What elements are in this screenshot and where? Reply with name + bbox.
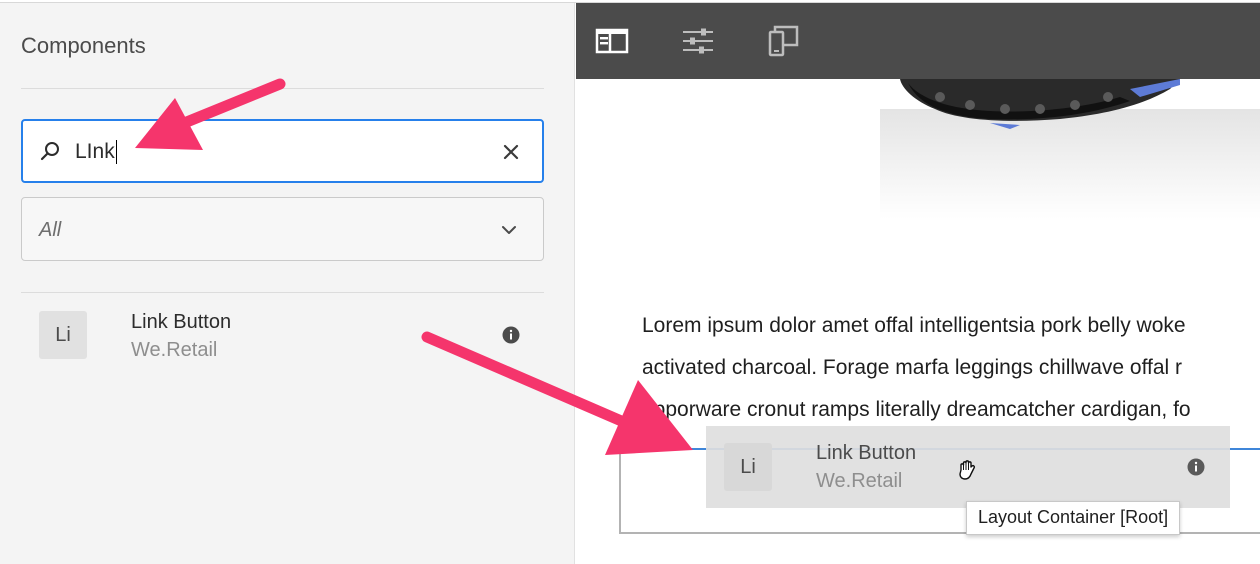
paragraph-line: apporware cronut ramps literally dreamca… (642, 398, 1191, 421)
group-filter-select[interactable]: All (21, 197, 544, 261)
chevron-down-icon (502, 226, 516, 234)
component-group: We.Retail (131, 339, 218, 361)
component-avatar: Li (39, 311, 87, 359)
divider (21, 292, 544, 293)
component-avatar: Li (724, 443, 772, 491)
components-panel: Components LInk All Li Link Button We.Re… (0, 3, 575, 564)
info-icon[interactable] (502, 326, 520, 344)
paragraph-line: activated charcoal. Forage marfa legging… (642, 356, 1183, 379)
component-title: Link Button (131, 311, 232, 333)
close-icon[interactable] (502, 143, 520, 161)
search-value[interactable]: LInk (75, 140, 117, 164)
select-value: All (39, 219, 62, 241)
page-paragraph: Lorem ipsum dolor amet offal intelligent… (642, 305, 1260, 431)
emulator-device-icon (768, 25, 799, 57)
search-input[interactable]: LInk (21, 119, 544, 183)
emulator-button[interactable] (766, 23, 802, 59)
toggle-side-panel-button[interactable] (594, 23, 630, 59)
grab-hand-cursor-icon (959, 460, 976, 480)
info-icon (1187, 458, 1205, 476)
component-item-link-button[interactable]: Li Link Button We.Retail (21, 298, 544, 376)
panel-title: Components (21, 33, 146, 58)
search-icon (40, 142, 59, 161)
editor-toolbar (576, 3, 1260, 79)
component-group: We.Retail (816, 470, 903, 492)
component-title: Link Button (816, 442, 917, 464)
side-panel-icon (595, 28, 629, 54)
properties-sliders-icon (683, 28, 713, 54)
drop-target-tooltip: Layout Container [Root] (966, 501, 1181, 535)
paragraph-line: Lorem ipsum dolor amet offal intelligent… (642, 314, 1186, 337)
product-image (880, 79, 1260, 219)
page-properties-button[interactable] (680, 23, 716, 59)
divider (21, 88, 544, 89)
